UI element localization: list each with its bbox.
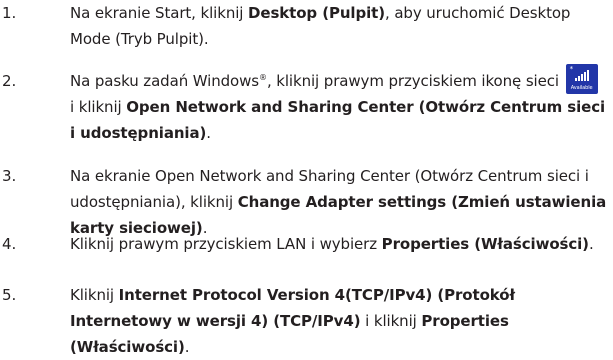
step-text-run: . [206,124,211,142]
network-star: * [569,64,574,73]
signal-bar [574,77,577,81]
signal-bar [580,73,583,81]
step-text-run: i kliknij [70,98,127,116]
step-text-run: Na pasku zadań Windows [70,72,260,90]
signal-bar [586,69,589,81]
bold-ui-term: Open Network and Sharing Center (Otwórz … [70,98,606,142]
registered-mark: ® [259,73,267,82]
step-text: Kliknij prawym przyciskiem LAN i wybierz… [70,231,607,257]
wifi-signal-icon [574,69,589,81]
step-text: Kliknij Internet Protocol Version 4(TCP/… [70,282,607,360]
step-text-run: Na ekranie Start, kliknij [70,4,249,22]
step-number: 3. [2,167,17,185]
step-text-run: . [588,235,594,253]
step-text: Na pasku zadań Windows®, kliknij prawym … [70,63,607,146]
signal-bar [583,71,586,81]
step-text: Na ekranie Open Network and Sharing Cent… [70,163,607,241]
bold-ui-term: Properties (Właściwości) [381,235,589,253]
step-number: 4. [2,235,17,253]
step-text: Na ekranie Start, kliknij Desktop (Pulpi… [70,0,607,52]
step-text-run: i kliknij [360,312,422,330]
step-text-run: , kliknij prawym przyciskiem ikonę sieci [266,72,564,90]
step-text-run: . [184,338,190,356]
step-number: 1. [2,4,17,22]
network-status-label: Available [570,84,593,91]
step-number: 5. [2,286,17,304]
step-number: 2. [2,72,17,90]
bold-ui-term: Desktop (Pulpit) [248,4,385,22]
signal-bar [577,75,580,81]
step-text-run: Kliknij prawym przyciskiem LAN i wybierz [70,235,382,253]
step-text-run: Kliknij [70,286,119,304]
network-icon: * Available [565,63,598,94]
